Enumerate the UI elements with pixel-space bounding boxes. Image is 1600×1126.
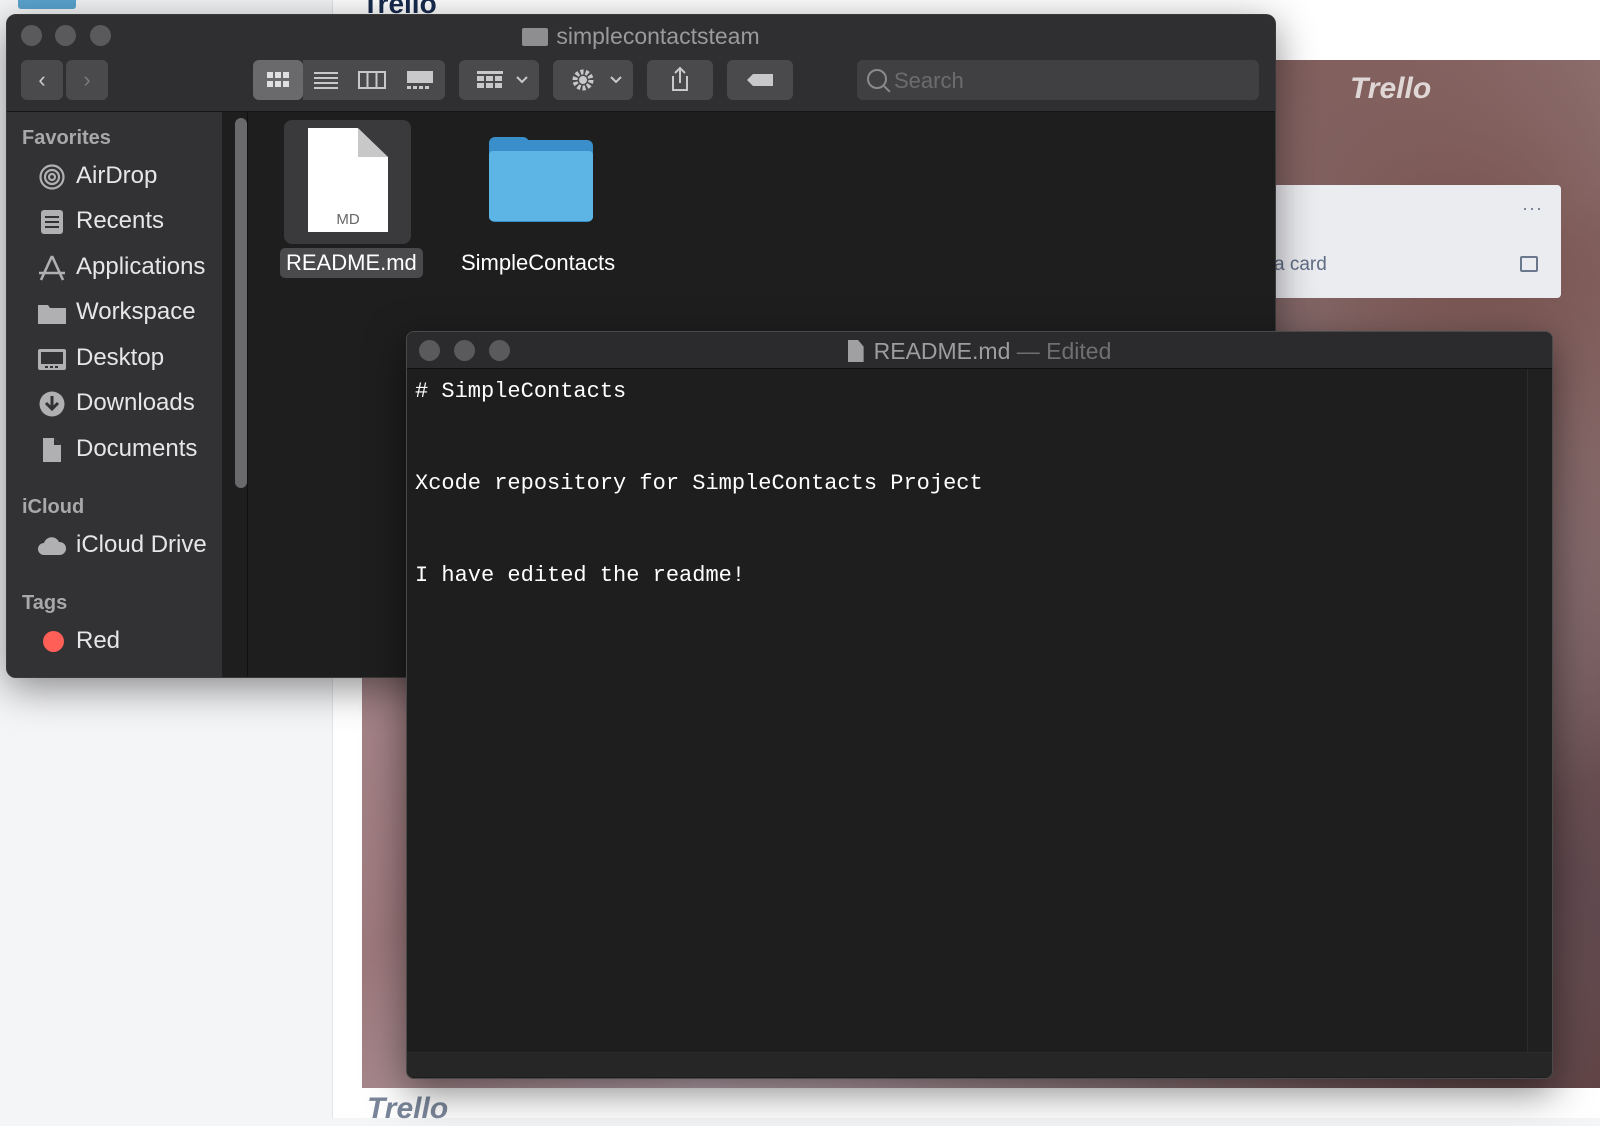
back-button[interactable]: ‹ (21, 60, 63, 100)
icon-view-button[interactable] (253, 60, 303, 100)
sidebar-item-icloud-drive[interactable]: iCloud Drive (37, 525, 227, 565)
sidebar-item-label: Recents (76, 207, 165, 234)
icloud-heading: iCloud (22, 496, 85, 518)
gear-icon (572, 69, 622, 91)
gallery-view-button[interactable] (395, 60, 445, 100)
action-button[interactable] (553, 60, 633, 100)
folder-icon-front (489, 151, 593, 221)
share-icon (672, 66, 688, 91)
editor-text-area[interactable]: # SimpleContacts Xcode repository for Si… (415, 369, 1515, 599)
add-card-button[interactable]: a card (1274, 254, 1327, 276)
red-tag-dot-icon (43, 631, 64, 652)
downloads-icon (39, 391, 65, 417)
chevron-right-icon: › (83, 67, 91, 92)
icon-view-icon (267, 72, 289, 87)
sidebar-item-documents[interactable]: Documents (37, 429, 227, 469)
finder-title-text: simplecontactsteam (556, 23, 760, 49)
folder-icon (522, 28, 549, 46)
column-view-button[interactable] (349, 60, 395, 100)
tags-button[interactable] (727, 60, 793, 100)
applications-icon (39, 255, 65, 281)
sidebar-item-desktop[interactable]: Desktop (37, 338, 227, 378)
sidebar-item-label: Workspace (76, 298, 196, 325)
file-name-readme[interactable]: README.md (280, 248, 423, 278)
horizontal-scrollbar[interactable] (407, 1052, 1552, 1077)
documents-icon (43, 438, 61, 462)
cloud-icon (38, 537, 67, 555)
sidebar-item-label: AirDrop (76, 162, 158, 189)
gallery-view-icon (407, 71, 433, 89)
trello-logo-footer: Trello (367, 1092, 449, 1125)
editor-title-filename: README.md (873, 338, 1011, 364)
sidebar-item-recents[interactable]: Recents (37, 201, 227, 241)
file-type-badge: MD (336, 211, 360, 228)
recents-icon (41, 210, 63, 234)
card-template-icon[interactable] (1520, 256, 1538, 272)
list-menu-button[interactable]: ··· (1522, 198, 1543, 219)
sidebar-item-label: Desktop (76, 344, 165, 371)
trello-list (1273, 185, 1561, 298)
folder-icon (38, 305, 66, 324)
sidebar-item-applications[interactable]: Applications (37, 247, 227, 287)
vertical-scrollbar[interactable] (1527, 369, 1552, 1052)
finder-title: simplecontactsteam (7, 23, 1275, 50)
group-by-button[interactable] (459, 60, 539, 100)
sidebar-item-label: Downloads (76, 389, 195, 416)
column-view-icon (358, 71, 386, 89)
group-by-icon (477, 71, 528, 88)
sidebar-item-airdrop[interactable]: AirDrop (37, 156, 227, 196)
chevron-left-icon: ‹ (38, 67, 46, 92)
sidebar-divider (247, 112, 248, 677)
list-view-button[interactable] (303, 60, 349, 100)
share-button[interactable] (647, 60, 713, 100)
forward-button[interactable]: › (66, 60, 108, 100)
favorites-heading: Favorites (22, 127, 111, 149)
airdrop-icon (39, 164, 65, 190)
sidebar-item-label: Applications (76, 253, 206, 280)
textedit-window: README.md — Edited # SimpleContacts Xcod… (406, 331, 1553, 1079)
tags-heading: Tags (22, 592, 68, 614)
sidebar-item-label: Red (76, 627, 121, 654)
sidebar-item-label: iCloud Drive (76, 531, 207, 558)
search-icon (867, 69, 887, 89)
sidebar-item-workspace[interactable]: Workspace (37, 292, 227, 332)
sidebar-scrollbar[interactable] (235, 118, 247, 488)
document-icon (847, 340, 864, 362)
trello-logo: Trello (1350, 72, 1432, 105)
editor-title-status: — Edited (1010, 338, 1112, 364)
tag-icon (747, 74, 773, 86)
sidebar-item-label: Documents (76, 435, 198, 462)
sidebar-item-tag-red[interactable]: Red (37, 621, 227, 661)
sidebar-item-downloads[interactable]: Downloads (37, 383, 227, 423)
list-view-icon (314, 72, 338, 89)
desktop-icon (38, 349, 66, 370)
editor-title: README.md — Edited (407, 338, 1552, 365)
file-name-simplecontacts[interactable]: SimpleContacts (461, 250, 615, 276)
search-input[interactable] (892, 60, 1236, 102)
browser-accent-bar (18, 0, 76, 9)
